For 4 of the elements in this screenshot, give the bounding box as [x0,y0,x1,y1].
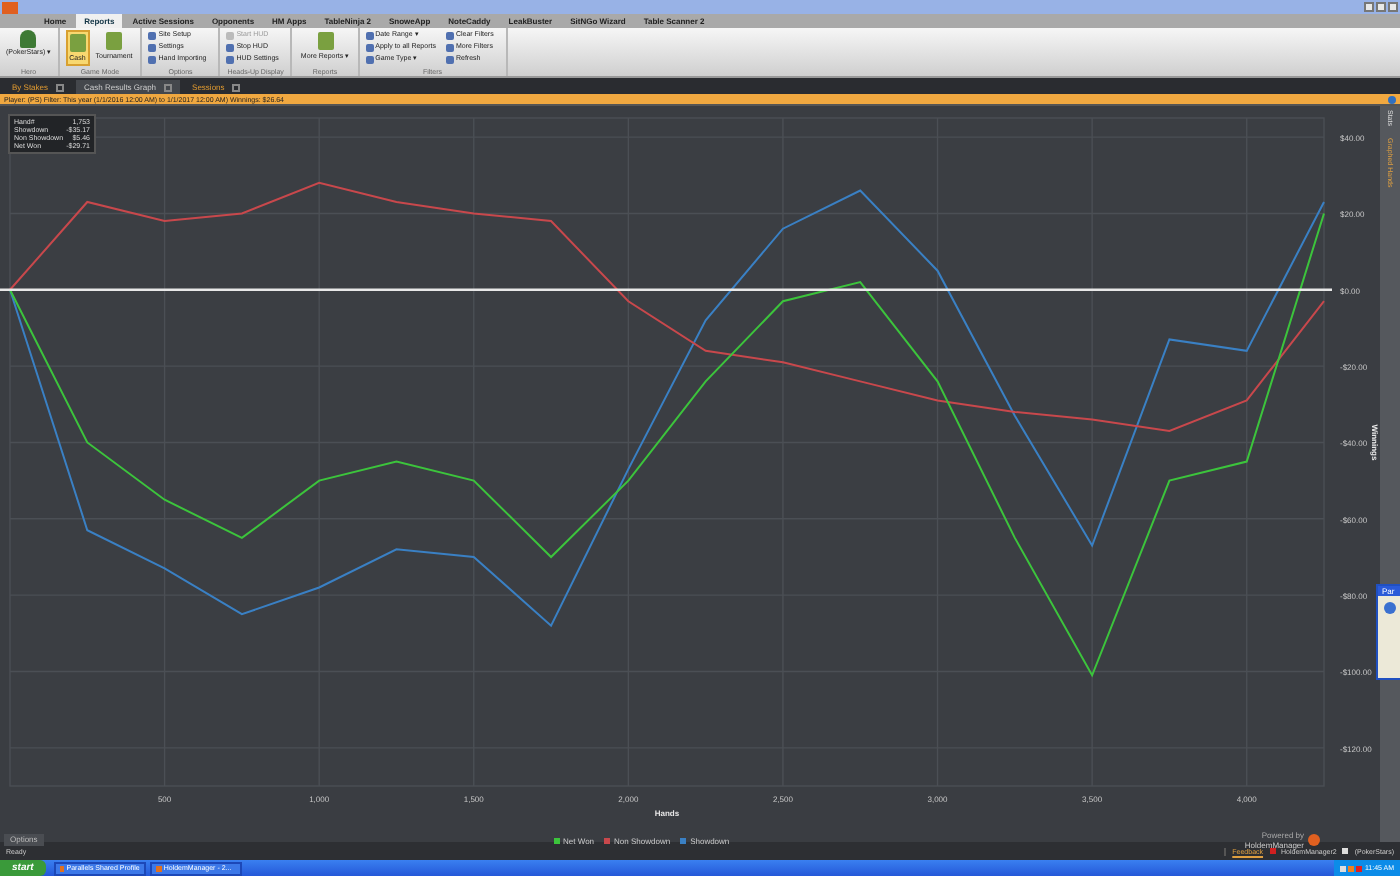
pin-icon[interactable] [1388,95,1396,103]
app-logo-icon[interactable] [2,1,18,13]
info-icon [1384,602,1396,614]
logo-icon [1308,834,1320,846]
